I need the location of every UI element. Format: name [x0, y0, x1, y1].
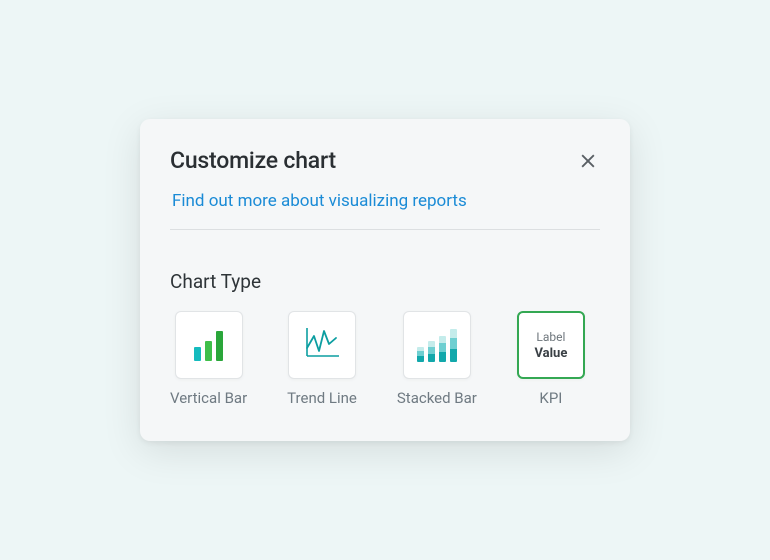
vertical-bar-tile: [175, 311, 243, 379]
dialog-header: Customize chart: [170, 147, 600, 177]
chart-type-stacked-bar[interactable]: Stacked Bar: [397, 311, 477, 407]
dialog-title: Customize chart: [170, 147, 336, 174]
trend-line-label: Trend Line: [287, 389, 357, 407]
close-icon: [578, 151, 598, 171]
chart-type-kpi[interactable]: Label Value KPI: [517, 311, 585, 407]
close-button[interactable]: [572, 145, 604, 177]
kpi-icon: Label Value: [534, 330, 567, 361]
kpi-label: KPI: [539, 389, 562, 407]
vertical-bar-label: Vertical Bar: [170, 389, 247, 407]
trend-line-tile: [288, 311, 356, 379]
chart-type-heading: Chart Type: [170, 270, 600, 293]
help-link[interactable]: Find out more about visualizing reports: [170, 191, 469, 211]
kpi-tile-value: Value: [534, 346, 567, 361]
customize-chart-dialog: Customize chart Find out more about visu…: [140, 119, 630, 441]
stacked-bar-tile: [403, 311, 471, 379]
kpi-tile: Label Value: [517, 311, 585, 379]
stacked-bar-icon: [417, 328, 457, 362]
vertical-bar-icon: [194, 329, 223, 361]
kpi-tile-label: Label: [534, 330, 567, 344]
stacked-bar-label: Stacked Bar: [397, 389, 477, 407]
chart-type-vertical-bar[interactable]: Vertical Bar: [170, 311, 247, 407]
chart-type-options: Vertical Bar Trend Line: [170, 311, 600, 407]
divider: [170, 229, 600, 230]
chart-type-trend-line[interactable]: Trend Line: [287, 311, 357, 407]
trend-line-icon: [302, 326, 342, 364]
